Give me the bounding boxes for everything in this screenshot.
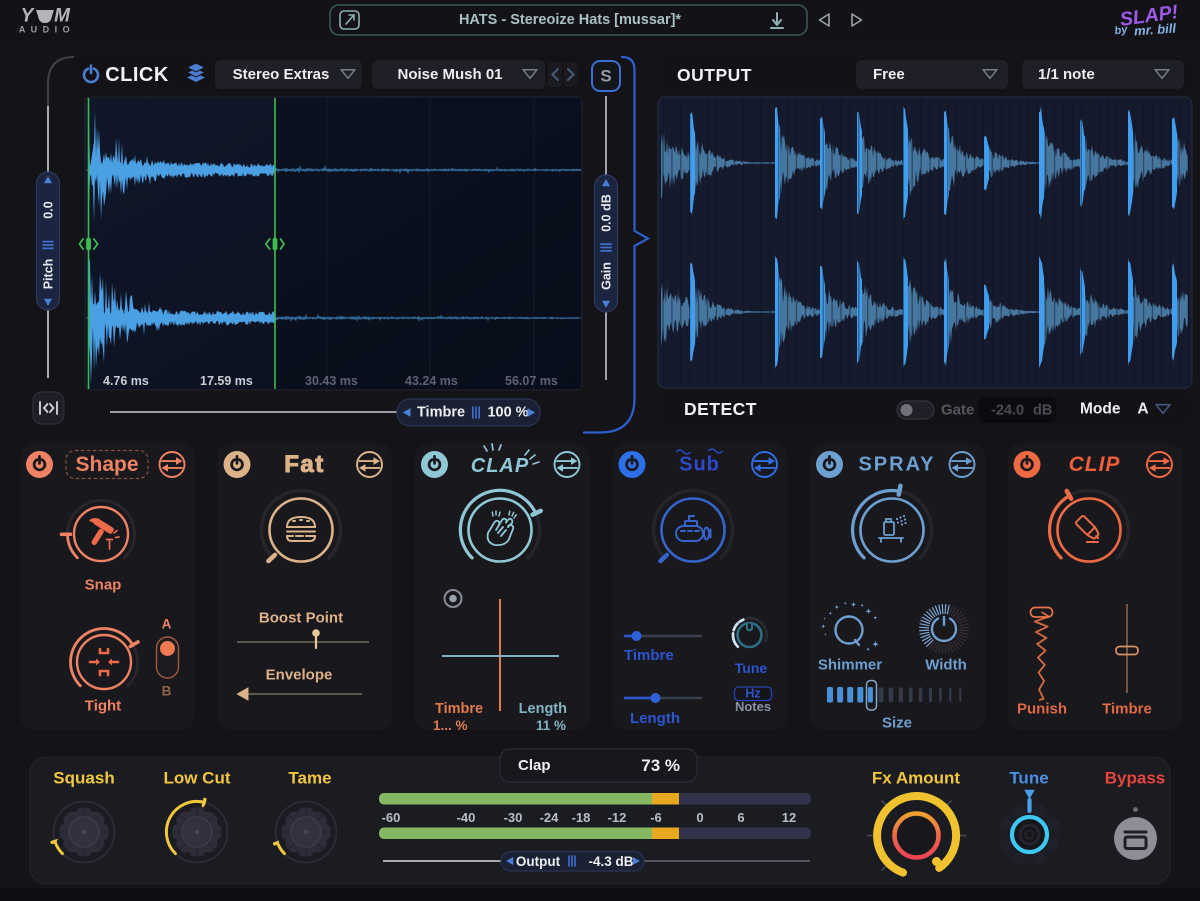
svg-text:Gate: Gate <box>941 402 974 419</box>
svg-text:Fat: Fat <box>284 451 325 478</box>
svg-text:Tune: Tune <box>1009 769 1048 788</box>
svg-text:-24.0: -24.0 <box>991 403 1024 419</box>
svg-text:Boost Point: Boost Point <box>259 610 343 627</box>
svg-text:CLAP: CLAP <box>471 455 529 477</box>
svg-text:by: by <box>1114 24 1129 38</box>
svg-text:Mode: Mode <box>1080 401 1121 418</box>
svg-text:-30: -30 <box>504 810 523 825</box>
svg-text:100 %: 100 % <box>487 405 528 421</box>
svg-text:Timbre: Timbre <box>435 701 483 717</box>
svg-text:30.43 ms: 30.43 ms <box>305 374 358 388</box>
svg-text:-40: -40 <box>457 810 476 825</box>
svg-text:0.0 dB: 0.0 dB <box>600 194 614 232</box>
svg-text:43.24 ms: 43.24 ms <box>405 374 458 388</box>
svg-text:mr. bill: mr. bill <box>1134 21 1177 39</box>
svg-text:A: A <box>162 617 172 632</box>
svg-text:A: A <box>1137 401 1148 418</box>
svg-text:Pitch: Pitch <box>42 259 56 290</box>
svg-text:Output: Output <box>516 854 561 869</box>
svg-text:Fx Amount: Fx Amount <box>872 769 960 788</box>
svg-text:B: B <box>162 684 172 699</box>
svg-text:Length: Length <box>630 710 680 727</box>
svg-text:Gain: Gain <box>600 262 614 290</box>
svg-text:Timbre: Timbre <box>1102 701 1152 718</box>
svg-text:Low Cut: Low Cut <box>163 769 230 788</box>
svg-text:Free: Free <box>873 66 905 83</box>
svg-text:-12: -12 <box>608 810 627 825</box>
svg-text:-6: -6 <box>650 810 662 825</box>
svg-text:Stereo Extras: Stereo Extras <box>233 66 330 83</box>
svg-text:Size: Size <box>882 715 912 732</box>
svg-text:Noise Mush 01: Noise Mush 01 <box>397 66 502 83</box>
svg-text:Tune: Tune <box>735 660 768 676</box>
svg-text:A U D I O: A U D I O <box>19 25 71 35</box>
svg-text:S: S <box>600 67 611 86</box>
svg-text:Width: Width <box>925 657 967 674</box>
svg-text:dB: dB <box>1033 403 1052 419</box>
svg-text:Timbre: Timbre <box>624 647 674 664</box>
svg-text:0.0: 0.0 <box>42 201 56 218</box>
svg-text:12: 12 <box>782 810 796 825</box>
svg-text:DETECT: DETECT <box>684 399 757 419</box>
svg-text:11 %: 11 % <box>536 718 566 733</box>
svg-text:Snap: Snap <box>85 577 122 594</box>
svg-text:CLICK: CLICK <box>105 64 169 86</box>
svg-text:Notes: Notes <box>735 699 771 714</box>
svg-text:Shape: Shape <box>75 453 138 476</box>
svg-text:Punish: Punish <box>1017 701 1067 718</box>
svg-text:1/1 note: 1/1 note <box>1038 66 1095 83</box>
svg-text:Bypass: Bypass <box>1105 769 1165 788</box>
svg-text:73 %: 73 % <box>641 756 680 775</box>
svg-text:4.76 ms: 4.76 ms <box>103 374 149 388</box>
svg-text:6: 6 <box>737 810 744 825</box>
svg-text:Tame: Tame <box>288 769 331 788</box>
svg-text:SPRAY: SPRAY <box>858 454 935 476</box>
svg-text:Clap: Clap <box>518 757 551 774</box>
svg-text:17.59 ms: 17.59 ms <box>200 374 253 388</box>
svg-text:Tight: Tight <box>85 698 121 715</box>
svg-text:M: M <box>54 6 71 27</box>
svg-text:Length: Length <box>519 701 567 717</box>
svg-text:56.07 ms: 56.07 ms <box>505 374 558 388</box>
svg-text:Squash: Squash <box>53 769 114 788</box>
svg-text:HATS - Stereoize Hats [mussar]: HATS - Stereoize Hats [mussar]* <box>459 12 681 28</box>
svg-text:-4.3 dB: -4.3 dB <box>588 854 633 869</box>
svg-text:OUTPUT: OUTPUT <box>677 65 752 85</box>
svg-text:1... %: 1... % <box>433 718 468 733</box>
svg-text:-24: -24 <box>540 810 560 825</box>
svg-text:-60: -60 <box>382 810 401 825</box>
svg-text:Shimmer: Shimmer <box>818 657 882 674</box>
svg-text:Sub: Sub <box>679 454 720 476</box>
svg-text:Envelope: Envelope <box>266 667 333 684</box>
svg-text:CLIP: CLIP <box>1069 453 1121 476</box>
svg-text:Timbre: Timbre <box>417 405 465 421</box>
svg-text:0: 0 <box>696 810 703 825</box>
svg-text:-18: -18 <box>572 810 591 825</box>
